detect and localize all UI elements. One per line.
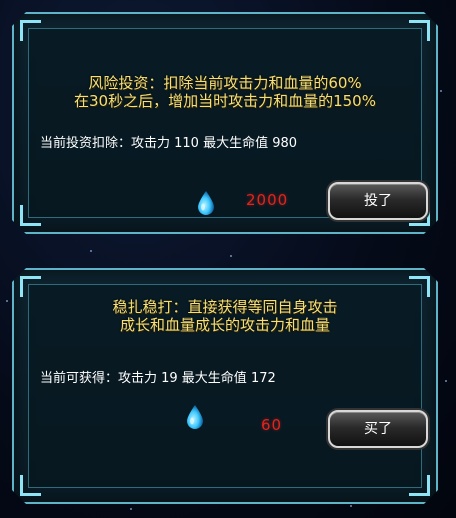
- corner-ornament: [409, 276, 430, 297]
- steady-gain-description: 稳扎稳打：直接获得等同自身攻击 成长和血量成长的攻击力和血量: [14, 298, 436, 334]
- investment-cost: 2000: [246, 191, 289, 209]
- steady-gain-title-line2: 成长和血量成长的攻击力和血量: [119, 316, 330, 334]
- water-drop-icon: [185, 404, 205, 430]
- corner-ornament: [20, 205, 41, 226]
- buy-button[interactable]: 买了: [328, 410, 428, 448]
- corner-ornament: [409, 20, 430, 41]
- corner-ornament: [20, 20, 41, 41]
- investment-description: 风险投资：扣除当前攻击力和血量的60% 在30秒之后，增加当时攻击力和血量的15…: [14, 74, 436, 110]
- investment-title-line2: 在30秒之后，增加当时攻击力和血量的150%: [74, 92, 376, 110]
- investment-deduction-info: 当前投资扣除：攻击力 110 最大生命值 980: [40, 136, 298, 151]
- steady-gain-title-line1: 稳扎稳打：直接获得等同自身攻击: [112, 298, 338, 316]
- steady-gain-info: 当前可获得：攻击力 19 最大生命值 172: [40, 371, 276, 386]
- steady-gain-panel: 稳扎稳打：直接获得等同自身攻击 成长和血量成长的攻击力和血量 当前可获得：攻击力…: [12, 268, 438, 504]
- invest-button[interactable]: 投了: [328, 182, 428, 220]
- investment-panel: 风险投资：扣除当前攻击力和血量的60% 在30秒之后，增加当时攻击力和血量的15…: [12, 12, 438, 234]
- steady-gain-cost: 60: [261, 416, 283, 434]
- water-drop-icon: [196, 190, 216, 216]
- corner-ornament: [20, 276, 41, 297]
- investment-title-line1: 风险投资：扣除当前攻击力和血量的60%: [88, 74, 362, 92]
- corner-ornament: [409, 475, 430, 496]
- corner-ornament: [20, 475, 41, 496]
